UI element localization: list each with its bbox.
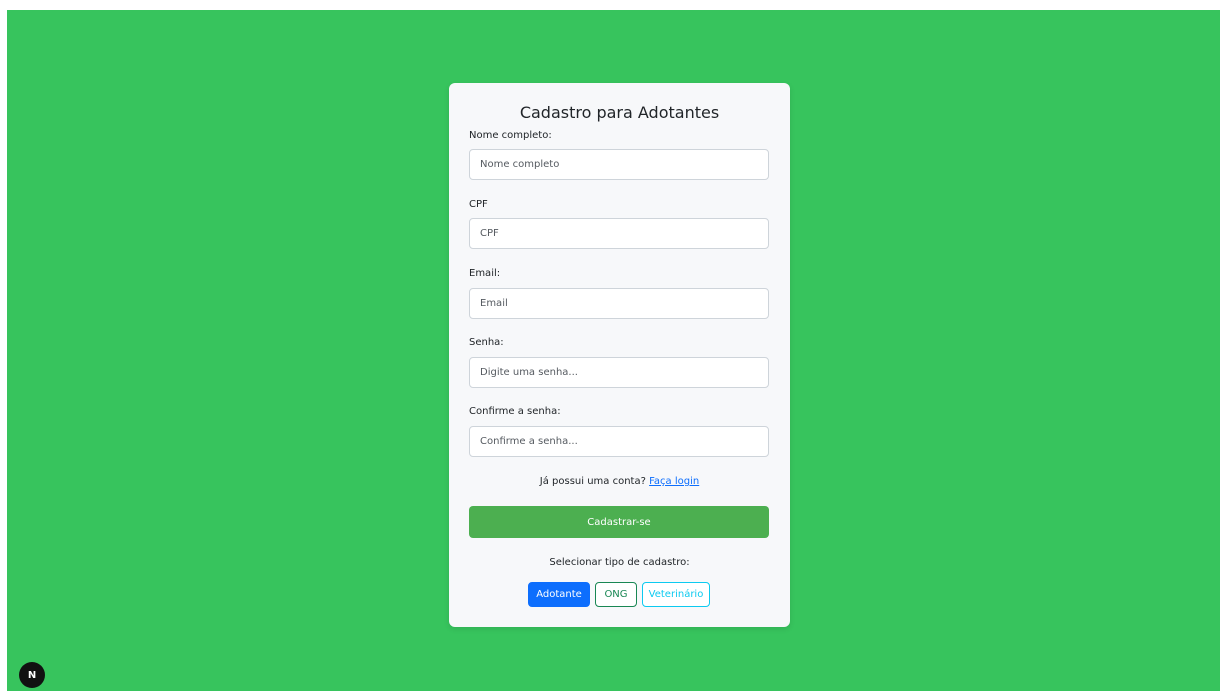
email-label: Email: [469, 268, 501, 279]
type-adotante-button[interactable]: Adotante [528, 582, 590, 607]
cpf-label: CPF [469, 199, 488, 210]
login-link[interactable]: Faça login [649, 476, 699, 487]
confirm-password-label: Confirme a senha: [469, 406, 561, 417]
email-input[interactable] [469, 288, 769, 319]
type-veterinario-button[interactable]: Veterinário [642, 582, 710, 607]
submit-button[interactable]: Cadastrar-se [469, 506, 769, 538]
account-type-label: Selecionar tipo de cadastro: [549, 557, 690, 568]
type-ong-button[interactable]: ONG [595, 582, 637, 607]
form-title: Cadastro para Adotantes [519, 103, 720, 122]
password-input[interactable] [469, 357, 769, 388]
login-prompt-text: Já possui uma conta? [539, 476, 646, 487]
login-prompt-line: Já possui uma conta? Faça login [449, 475, 790, 489]
confirm-password-input[interactable] [469, 426, 769, 457]
full-name-label: Nome completo: [469, 130, 552, 141]
cpf-input[interactable] [469, 218, 769, 249]
full-name-input[interactable] [469, 149, 769, 180]
password-label: Senha: [469, 337, 504, 348]
nextjs-logo-icon[interactable]: N [19, 662, 45, 688]
signup-card: Cadastro para Adotantes Nome completo: C… [449, 83, 790, 627]
